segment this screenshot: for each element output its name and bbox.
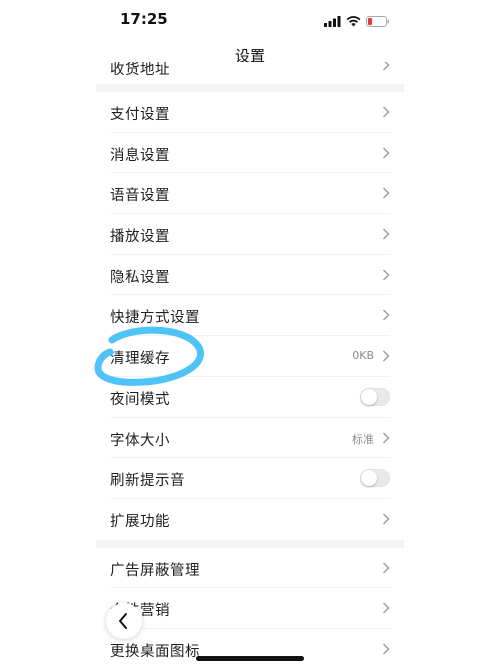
- settings-row-personalized-marketing[interactable]: 个性营销: [96, 588, 404, 629]
- settings-row-address[interactable]: 收货地址: [96, 62, 404, 84]
- status-bar: 17:25: [96, 0, 404, 38]
- settings-row-ad-block[interactable]: 广告屏蔽管理: [96, 547, 404, 589]
- row-label: 清理缓存: [110, 351, 170, 368]
- signal-icon: [324, 12, 341, 31]
- settings-row-privacy[interactable]: 隐私设置: [96, 254, 404, 296]
- settings-row-night-mode: 夜间模式: [96, 376, 404, 418]
- settings-row-messages[interactable]: 消息设置: [96, 132, 404, 174]
- row-label: 消息设置: [110, 147, 170, 164]
- chevron-right-icon: [383, 350, 390, 362]
- row-label: 快捷方式设置: [110, 310, 200, 327]
- refresh-sound-toggle[interactable]: [360, 469, 390, 488]
- section-gap: [96, 539, 404, 548]
- chevron-right-icon: [383, 62, 390, 71]
- chevron-right-icon: [383, 643, 390, 655]
- home-indicator: [196, 656, 304, 661]
- font-size-value: 标准: [352, 432, 374, 446]
- screen: 17:25 设置 收货地址 支付设置 消息设置 语音设置 播放设置 隐私设置 快…: [0, 0, 500, 667]
- status-time: 17:25: [120, 10, 168, 28]
- row-label: 支付设置: [110, 107, 170, 123]
- settings-row-font-size[interactable]: 字体大小 标准: [96, 417, 404, 459]
- settings-screen: 17:25 设置 收货地址 支付设置 消息设置 语音设置 播放设置 隐私设置 快…: [96, 0, 404, 667]
- chevron-right-icon: [383, 228, 390, 240]
- row-label: 刷新提示音: [110, 473, 185, 490]
- row-label: 扩展功能: [110, 513, 170, 530]
- settings-row-refresh-sound: 刷新提示音: [96, 458, 404, 499]
- row-label: 隐私设置: [110, 269, 170, 286]
- toggle-knob: [361, 470, 377, 487]
- chevron-right-icon: [383, 147, 390, 159]
- row-label: 字体大小: [110, 432, 170, 449]
- settings-row-payment[interactable]: 支付设置: [96, 92, 404, 133]
- chevron-right-icon: [383, 269, 390, 281]
- chevron-right-icon: [383, 106, 390, 118]
- chevron-right-icon: [383, 187, 390, 199]
- settings-row-extensions[interactable]: 扩展功能: [96, 498, 404, 540]
- row-label: 语音设置: [110, 188, 170, 205]
- chevron-right-icon: [383, 432, 390, 443]
- settings-row-clear-cache[interactable]: 清理缓存 0KB: [96, 336, 404, 377]
- battery-low-icon: [366, 12, 390, 31]
- chevron-right-icon: [383, 602, 390, 614]
- night-mode-toggle[interactable]: [360, 387, 390, 406]
- settings-row-change-icon[interactable]: 更换桌面图标: [96, 628, 404, 667]
- settings-row-shortcuts[interactable]: 快捷方式设置: [96, 295, 404, 337]
- toggle-knob: [361, 388, 377, 405]
- row-label: 收货地址: [110, 62, 170, 78]
- section-gap: [96, 84, 404, 92]
- settings-row-playback[interactable]: 播放设置: [96, 214, 404, 255]
- status-icons: [324, 12, 390, 31]
- settings-list: 收货地址 支付设置 消息设置 语音设置 播放设置 隐私设置 快捷方式设置 清理缓…: [96, 62, 404, 667]
- chevron-right-icon: [383, 309, 390, 321]
- settings-row-voice[interactable]: 语音设置: [96, 173, 404, 215]
- chevron-right-icon: [383, 513, 390, 525]
- row-label: 夜间模式: [110, 391, 170, 408]
- row-label: 广告屏蔽管理: [110, 562, 200, 579]
- chevron-right-icon: [383, 562, 390, 574]
- cache-size-value: 0KB: [352, 349, 374, 363]
- chevron-left-icon: [119, 613, 127, 629]
- row-label: 更换桌面图标: [110, 643, 200, 660]
- floating-back-button[interactable]: [106, 603, 142, 639]
- row-label: 播放设置: [110, 229, 170, 246]
- wifi-icon: [346, 12, 361, 31]
